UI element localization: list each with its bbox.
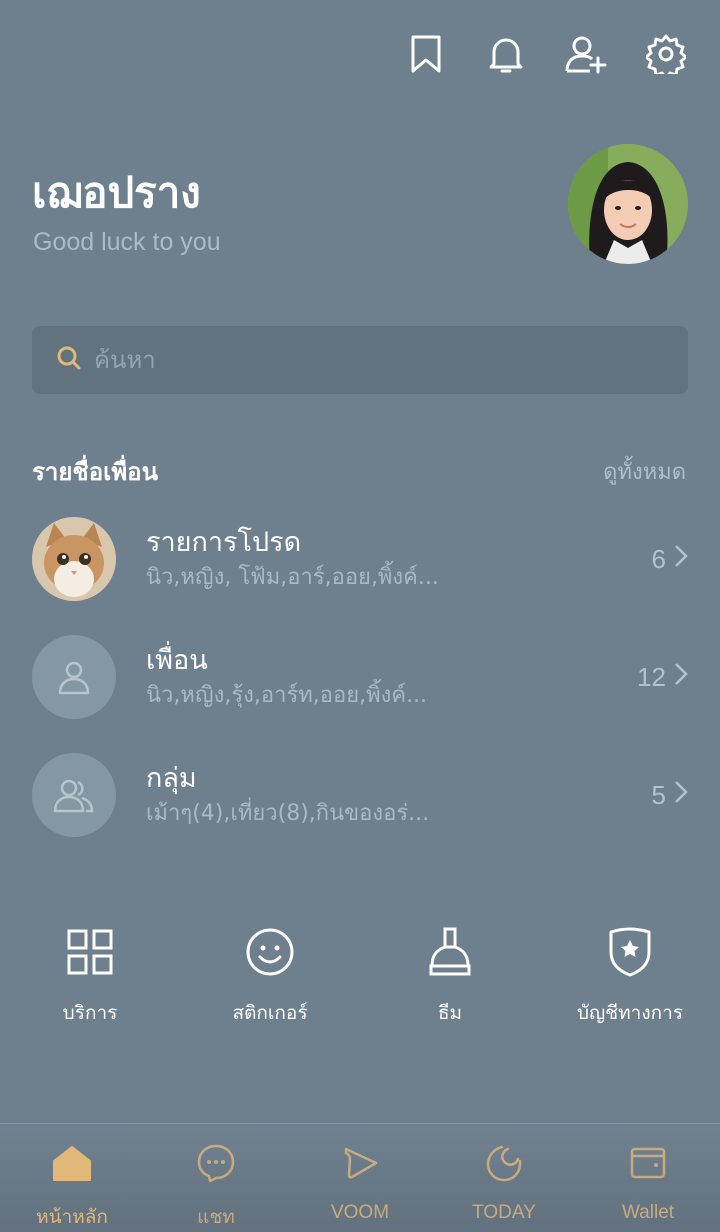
count-value: 6 (651, 543, 666, 574)
list-item-groups[interactable]: กลุ่ม เม้าๆ(4),เที่ยว(8),กินของอร่... 5 (32, 750, 688, 840)
tab-home[interactable]: หน้าหลัก (0, 1124, 144, 1232)
count-value: 5 (651, 779, 666, 810)
chat-icon (196, 1142, 236, 1184)
tab-label: Wallet (621, 1202, 675, 1223)
shortcut-label: ธีม (437, 1002, 463, 1024)
tab-label: แชท (197, 1207, 235, 1228)
voom-icon (340, 1142, 380, 1184)
bottom-tab-bar: หน้าหลัก แชท VOOM TODAY Wallet (0, 1123, 720, 1232)
tab-wallet[interactable]: Wallet (576, 1124, 720, 1232)
list-item-subtitle: นิว,หญิง, โฟ้ม,อาร์,ออย,พิ้งค์... (146, 565, 439, 590)
chevron-right-icon (674, 544, 688, 575)
tab-voom[interactable]: VOOM (288, 1124, 432, 1232)
brush-icon (428, 920, 472, 984)
friends-section-title: รายชื่อเพื่อน (32, 458, 158, 486)
count-value: 12 (637, 661, 666, 692)
tab-today[interactable]: TODAY (432, 1124, 576, 1232)
list-item-favorites[interactable]: รายการโปรด นิว,หญิง, โฟ้ม,อาร์,ออย,พิ้งค… (32, 514, 688, 604)
wallet-icon (628, 1142, 668, 1184)
tab-chat[interactable]: แชท (144, 1124, 288, 1232)
smiley-icon (245, 920, 295, 984)
list-item-count: 12 (637, 662, 688, 693)
shortcut-label: สติกเกอร์ (232, 1002, 308, 1024)
shortcut-label: บริการ (62, 1002, 118, 1024)
chevron-right-icon (674, 780, 688, 811)
cat-photo (32, 517, 116, 601)
search-bar[interactable] (32, 326, 688, 394)
grid-icon (66, 920, 114, 984)
bookmark-icon[interactable] (404, 30, 448, 78)
tab-label: VOOM (330, 1202, 390, 1223)
today-icon (484, 1142, 524, 1184)
add-friend-icon[interactable] (564, 30, 608, 78)
list-item-subtitle: นิว,หญิง,รุ้ง,อาร์ท,ออย,พิ้งค์... (146, 683, 428, 708)
list-item-subtitle: เม้าๆ(4),เที่ยว(8),กินของอร่... (146, 801, 430, 826)
shortcut-bar: บริการ สติกเกอร์ ธีม บัญชีทางการ (0, 920, 720, 1028)
group-icon (32, 753, 116, 837)
list-item-friends[interactable]: เพื่อน นิว,หญิง,รุ้ง,อาร์ท,ออย,พิ้งค์...… (32, 632, 688, 722)
shield-star-icon (607, 920, 653, 984)
bell-icon[interactable] (484, 30, 528, 78)
tab-label: TODAY (472, 1202, 536, 1223)
search-icon (56, 345, 82, 375)
header-actions (404, 30, 688, 78)
tab-label: หน้าหลัก (36, 1207, 108, 1228)
list-item-title: เพื่อน (146, 645, 208, 676)
profile-status-message[interactable]: Good luck to you (33, 228, 221, 257)
list-item-count: 5 (652, 780, 688, 811)
home-icon (52, 1142, 92, 1184)
chevron-right-icon (674, 662, 688, 693)
official-accounts-button[interactable]: บัญชีทางการ (540, 920, 720, 1028)
themes-button[interactable]: ธีม (360, 920, 540, 1028)
shortcut-label: บัญชีทางการ (577, 1002, 683, 1024)
gear-icon[interactable] (644, 30, 688, 78)
search-input[interactable] (94, 346, 654, 374)
list-item-title: รายการโปรด (146, 527, 302, 558)
list-item-count: 6 (652, 544, 688, 575)
services-button[interactable]: บริการ (0, 920, 180, 1028)
profile-name[interactable]: เฌอปราง (32, 160, 201, 226)
stickers-button[interactable]: สติกเกอร์ (180, 920, 360, 1028)
see-all-link[interactable]: ดูทั้งหมด (603, 454, 686, 489)
list-item-title: กลุ่ม (146, 763, 197, 794)
profile-avatar[interactable] (568, 144, 688, 264)
person-icon (32, 635, 116, 719)
